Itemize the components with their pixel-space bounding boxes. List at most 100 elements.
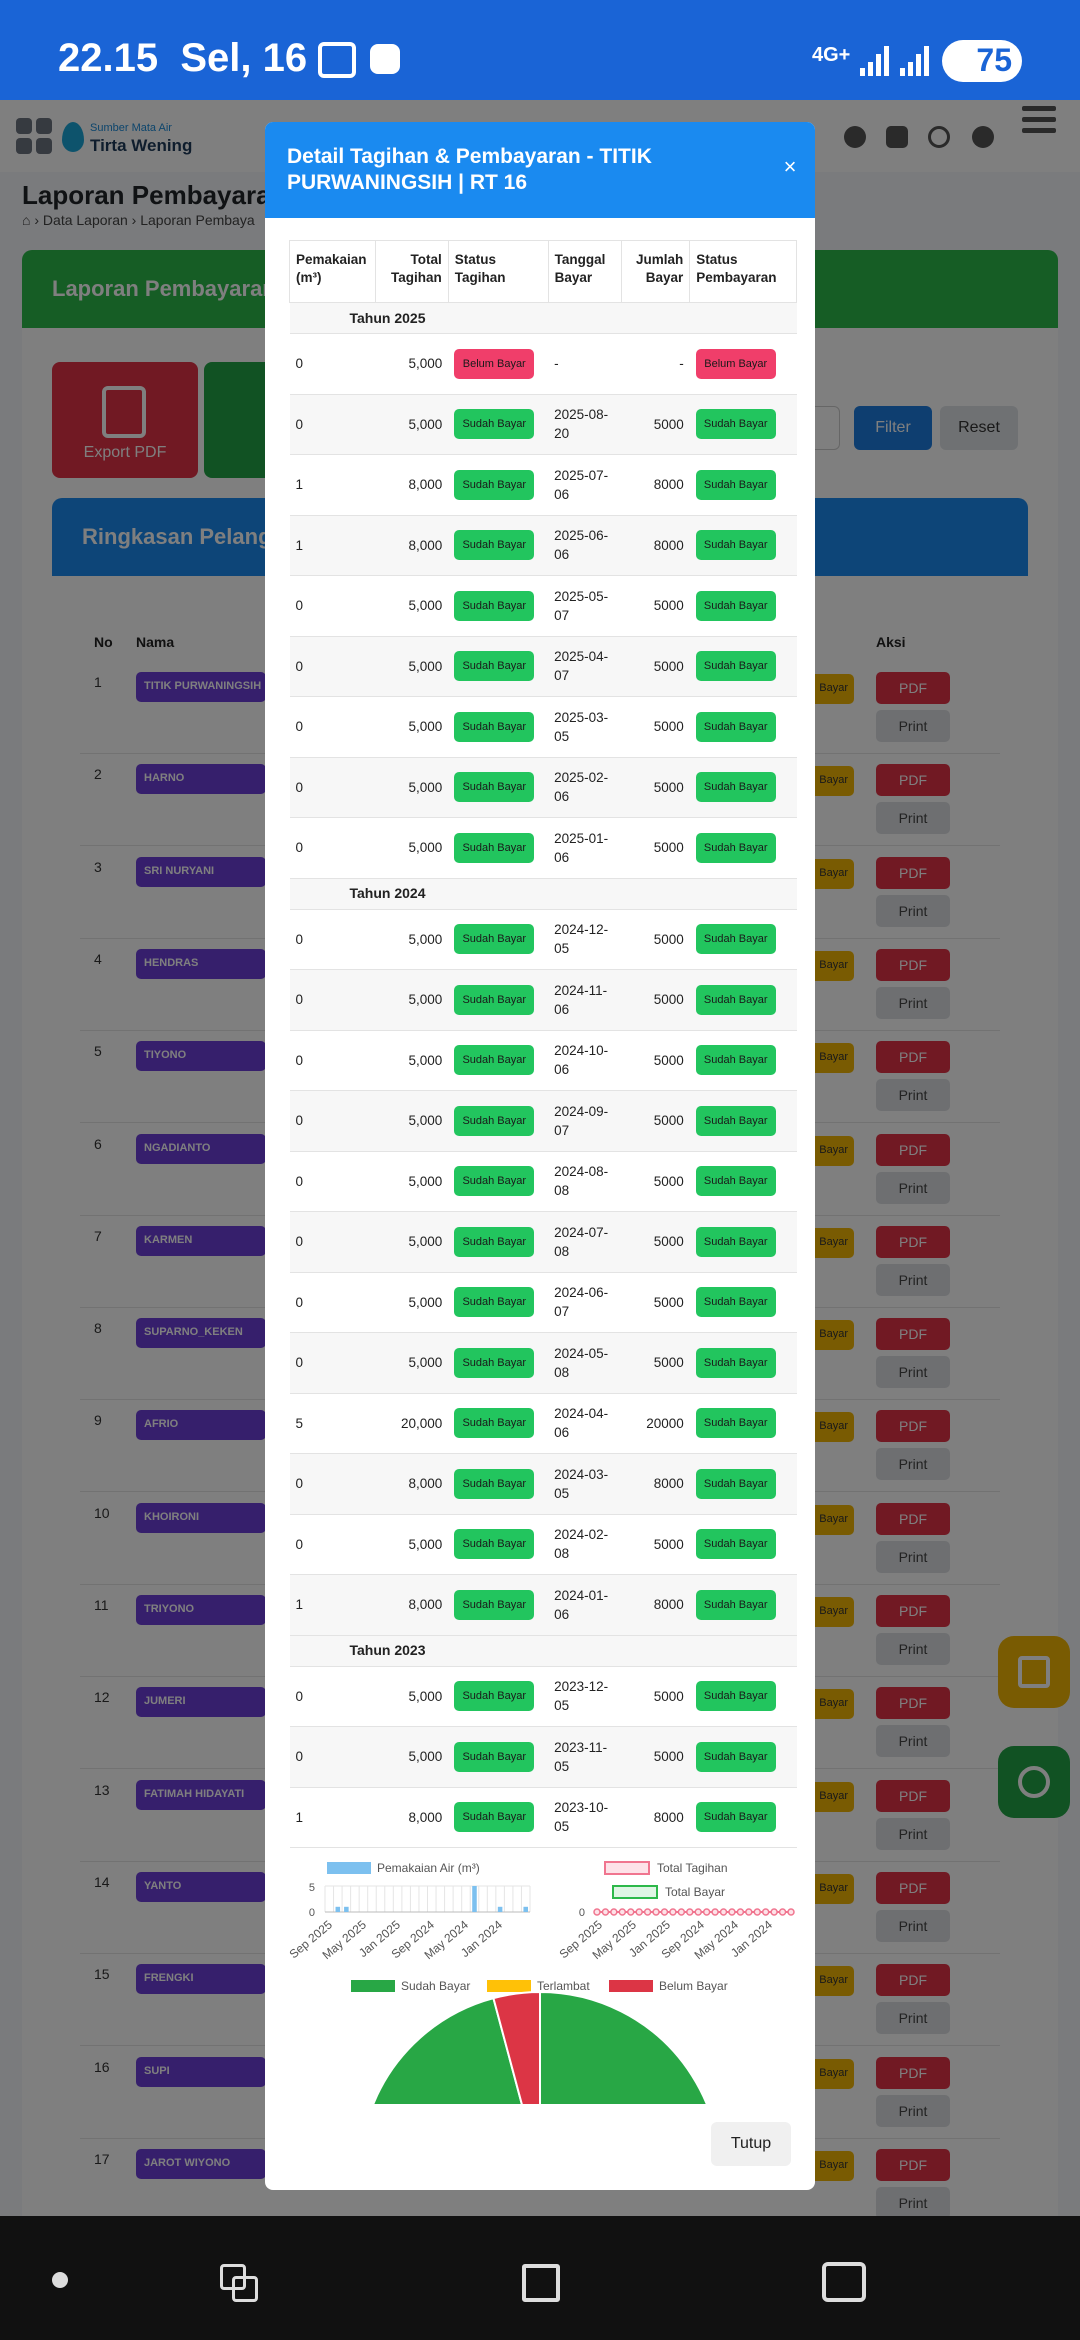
amount-cell: 8000 [621,454,690,516]
usage-cell: 0 [289,1030,376,1091]
bill-table: Pemakaian (m³) Total Tagihan Status Tagi… [289,240,797,1848]
total-cell: 5,000 [375,1211,449,1273]
amount-cell: 8000 [621,1787,690,1848]
bill-status-badge: Sudah Bayar [454,1681,535,1712]
legend-label: Terlambat [537,1979,590,1993]
payment-date-cell: 2024-01-06 [548,1574,622,1636]
total-cell: 5,000 [375,817,449,879]
total-cell: 8,000 [375,1787,449,1848]
usage-bar [344,1906,349,1912]
payment-status-badge: Sudah Bayar [695,711,776,742]
usage-cell: 0 [289,1151,376,1212]
amount-cell: 5000 [621,636,690,697]
payment-date-cell: 2024-07-08 [548,1211,622,1273]
total-cell: 5,000 [375,333,449,395]
series-point [618,1908,627,1916]
close-button[interactable]: Tutup [711,2122,791,2166]
series-point [669,1908,677,1916]
bill-status-badge: Sudah Bayar [454,1347,535,1378]
series-point [601,1908,610,1916]
year-group-row: Tahun 2025 [289,302,797,334]
close-icon[interactable]: × [779,156,801,178]
series-point [719,1908,728,1916]
payment-status-badge: Sudah Bayar [695,772,776,803]
payment-date-cell: 2024-11-06 [548,969,622,1031]
year-label: Tahun 2025 [289,302,797,334]
legend-swatch [327,1862,371,1874]
bill-status-badge: Sudah Bayar [454,832,535,863]
series-point [677,1908,686,1916]
bill-detail-modal: Detail Tagihan & Pembayaran - TITIK PURW… [265,122,815,2190]
legend-swatch [351,1980,395,1992]
y-tick-label: 0 [579,1907,585,1919]
total-cell: 5,000 [375,636,449,697]
bill-status-badge: Sudah Bayar [454,1045,535,1076]
payment-date-cell: 2024-04-06 [548,1393,622,1454]
series-point [745,1908,753,1916]
amount-cell: 5000 [621,817,690,879]
payment-status-badge: Sudah Bayar [695,1408,776,1439]
header-pemakaian: Pemakaian (m³) [289,240,376,303]
series-point [635,1908,643,1916]
payment-date-cell: 2024-10-06 [548,1030,622,1091]
legend-label: Total Bayar [665,1885,725,1899]
payment-date-cell: 2024-08-08 [548,1151,622,1212]
table-row: 0 5,000 Sudah Bayar 2024-02-08 5000 Sudah Bay… [289,1514,797,1575]
total-cell: 5,000 [375,1030,449,1091]
total-cell: 5,000 [375,575,449,637]
table-row: 0 5,000 Sudah Bayar 2025-04-07 5000 Sudah Bay… [289,636,797,697]
back-icon[interactable] [822,2262,866,2302]
table-row: 1 8,000 Sudah Bayar 2025-07-06 8000 Sudah Bay… [289,454,797,516]
total-cell: 5,000 [375,969,449,1031]
payment-date-cell: 2025-08-20 [548,394,622,455]
table-row: 0 8,000 Sudah Bayar 2024-03-05 8000 Sudah Bay… [289,1453,797,1515]
usage-bar [497,1906,503,1912]
total-cell: 5,000 [375,696,449,758]
amount-cell: 5000 [621,1332,690,1394]
series-point [652,1908,660,1916]
modal-title: Detail Tagihan & Pembayaran - TITIK PURW… [287,145,652,194]
payment-status-badge: Sudah Bayar [695,1741,776,1772]
series-point [711,1908,719,1916]
payment-date-cell: 2025-06-06 [548,515,622,576]
payment-date-cell: 2025-05-07 [548,575,622,637]
series-point [626,1908,635,1916]
total-cell: 5,000 [375,394,449,455]
series-point [660,1908,669,1916]
bill-status-badge: Sudah Bayar [454,1741,535,1772]
total-cell: 8,000 [375,1453,449,1515]
bill-status-badge: Sudah Bayar [454,409,535,440]
table-row: 0 5,000 Sudah Bayar 2024-08-08 5000 Sudah Bay… [289,1151,797,1212]
payment-status-badge: Sudah Bayar [695,1589,776,1620]
home-button-icon[interactable] [522,2264,560,2302]
table-row: 0 5,000 Sudah Bayar 2024-10-06 5000 Sudah Bay… [289,1030,797,1091]
payment-date-cell: 2023-12-05 [548,1666,622,1727]
amount-cell: 5000 [621,1514,690,1575]
payment-date-cell: 2023-10-05 [548,1787,622,1848]
screenshot-icon [318,42,356,78]
series-point [787,1908,795,1916]
table-row: 0 5,000 Sudah Bayar 2025-02-06 5000 Sudah Bay… [289,757,797,818]
assistant-dot-icon[interactable] [52,2272,68,2288]
bill-status-badge: Sudah Bayar [454,1468,535,1499]
amount-cell: 5000 [621,1030,690,1091]
series-point [728,1908,736,1916]
amount-cell: 5000 [621,1151,690,1212]
series-point [736,1908,745,1916]
legend-swatch [487,1980,531,1992]
total-cell: 8,000 [375,1574,449,1636]
table-row: 0 5,000 Belum Bayar - - Belum Bayar [289,333,797,395]
recent-apps-icon[interactable] [220,2264,260,2304]
table-row: 0 5,000 Sudah Bayar 2025-01-06 5000 Sudah Bay… [289,817,797,879]
header-tanggal-bayar: Tanggal Bayar [547,240,623,303]
table-row: 1 8,000 Sudah Bayar 2023-10-05 8000 Sudah Bay… [289,1787,797,1848]
usage-cell: 0 [289,1453,376,1515]
amount-cell: 20000 [621,1393,690,1454]
payment-status-badge: Sudah Bayar [695,924,776,955]
table-row: 0 5,000 Sudah Bayar 2024-12-05 5000 Sudah Bay… [289,909,797,970]
series-point [610,1908,618,1916]
amount-cell: 5000 [621,696,690,758]
legend-swatch [604,1861,650,1875]
table-row: 0 5,000 Sudah Bayar 2023-12-05 5000 Sudah Bay… [289,1666,797,1727]
modal-header: Detail Tagihan & Pembayaran - TITIK PURW… [265,122,815,218]
